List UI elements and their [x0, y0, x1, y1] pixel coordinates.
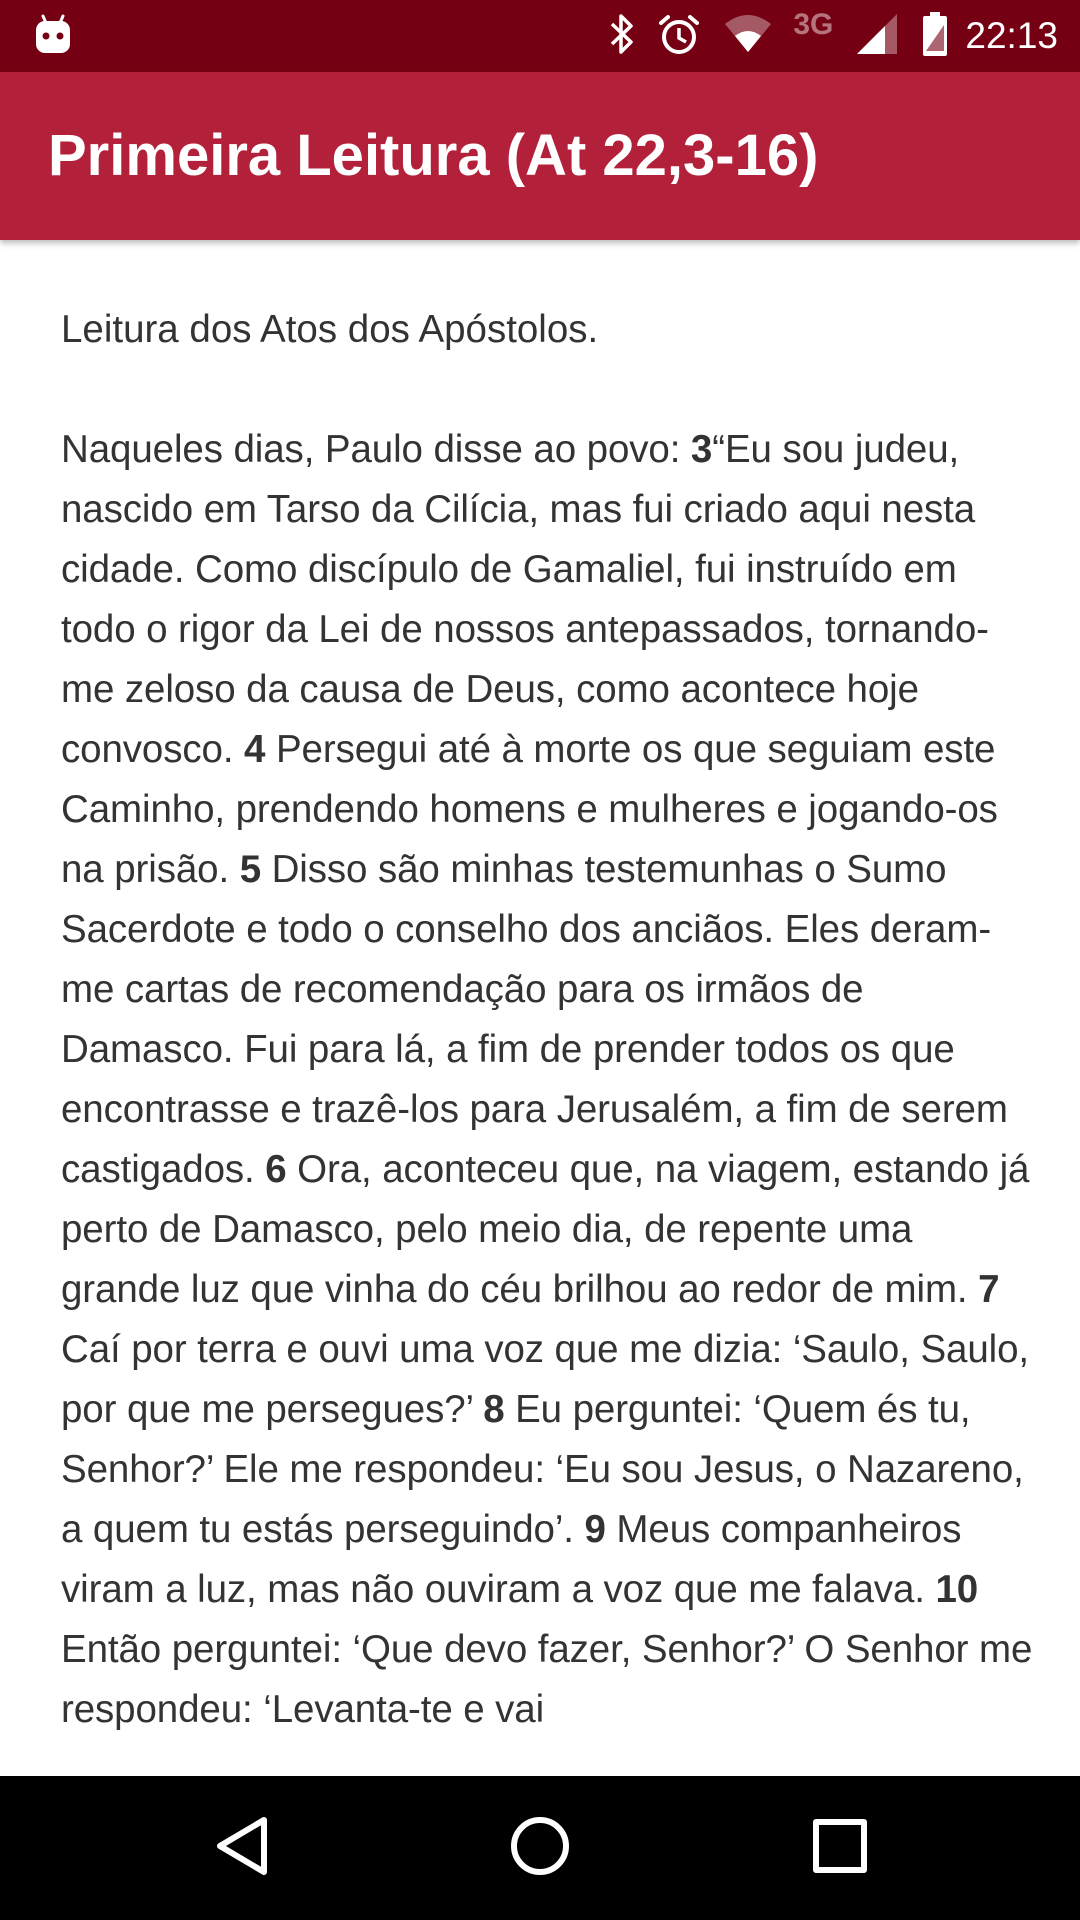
page-title: Primeira Leitura (At 22,3-16) — [48, 123, 819, 188]
verse-number: 9 — [584, 1508, 606, 1551]
verse-text: Disso são minhas testemunhas o Sumo Sace… — [61, 848, 1008, 1191]
reading-intro: Leitura dos Atos dos Apóstolos. — [61, 308, 599, 351]
bluetooth-icon — [609, 12, 635, 61]
app-bar: Primeira Leitura (At 22,3-16) — [0, 72, 1080, 240]
recents-button[interactable] — [790, 1798, 890, 1898]
status-bar: 3G 22:13 — [0, 0, 1080, 72]
verse-text: Naqueles dias, Paulo disse ao povo: — [61, 428, 691, 471]
wifi-icon — [723, 14, 773, 59]
home-icon — [508, 1814, 572, 1883]
verse-number: 8 — [483, 1388, 505, 1431]
verse-text: Então perguntei: ‘Que devo fazer, Senhor… — [61, 1628, 1033, 1731]
home-button[interactable] — [490, 1798, 590, 1898]
alarm-icon — [657, 12, 701, 61]
verse-number: 5 — [239, 848, 261, 891]
verse-text: “Eu sou judeu, nascido em Tarso da Cilíc… — [61, 428, 989, 771]
battery-icon — [921, 11, 949, 62]
navigation-bar — [0, 1776, 1080, 1920]
verse-number: 3 — [690, 428, 713, 471]
back-icon — [212, 1814, 272, 1883]
recents-icon — [812, 1818, 868, 1879]
back-button[interactable] — [192, 1798, 292, 1898]
reading-text: Naqueles dias, Paulo disse ao povo: 3“Eu… — [61, 420, 1035, 1740]
status-time: 22:13 — [965, 15, 1058, 56]
verse-number: 4 — [244, 728, 266, 771]
reading-content[interactable]: Leitura dos Atos dos Apóstolos. Naqueles… — [61, 240, 1035, 1776]
verse-number: 7 — [978, 1268, 1000, 1311]
verse-number: 6 — [265, 1148, 287, 1191]
network-type-label: 3G — [793, 8, 834, 41]
cell-signal-icon — [855, 12, 899, 61]
android-notification-icon — [34, 12, 72, 61]
verse-number: 10 — [935, 1568, 979, 1611]
